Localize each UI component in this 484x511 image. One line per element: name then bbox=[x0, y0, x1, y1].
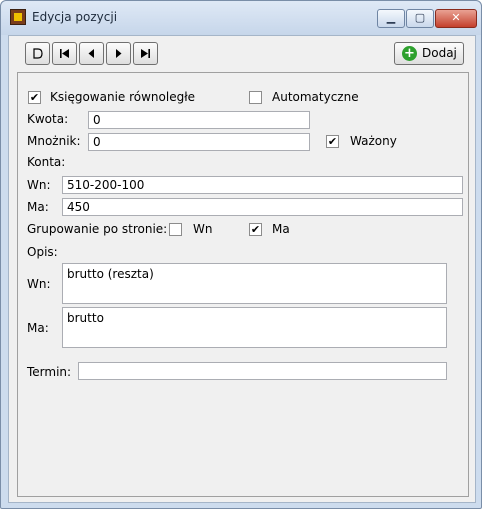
multiplier-input[interactable]: 0 bbox=[88, 133, 310, 151]
term-label: Termin: bbox=[27, 365, 72, 379]
dialog-body: + Dodaj ✔ Księgowanie równoległe Automat… bbox=[8, 35, 476, 503]
add-button-label: Dodaj bbox=[422, 46, 457, 60]
accounts-label: Konta: bbox=[27, 155, 66, 169]
close-button[interactable]: ✕ bbox=[435, 9, 477, 28]
plus-icon: + bbox=[402, 46, 417, 61]
term-input[interactable] bbox=[78, 362, 447, 380]
grouping-wn-label: Wn bbox=[193, 222, 213, 236]
previous-record-button[interactable] bbox=[79, 42, 104, 65]
account-ma-input[interactable]: 450 bbox=[62, 198, 463, 216]
grouping-ma-label: Ma bbox=[272, 222, 290, 236]
desc-ma-textarea[interactable]: brutto bbox=[62, 307, 447, 348]
grouping-label: Grupowanie po stronie: bbox=[27, 222, 168, 236]
desc-wn-label: Wn: bbox=[27, 277, 51, 291]
weighted-label: Ważony bbox=[350, 134, 397, 148]
next-icon bbox=[116, 49, 122, 58]
add-button[interactable]: + Dodaj bbox=[394, 42, 464, 65]
minimize-button[interactable]: ▁ bbox=[377, 9, 405, 28]
dialog-window: Edycja pozycji ▁ ▢ ✕ + Dodaj ✔ Księgowan… bbox=[0, 0, 482, 509]
title-bar[interactable]: Edycja pozycji ▁ ▢ ✕ bbox=[1, 1, 481, 35]
window-title: Edycja pozycji bbox=[32, 10, 118, 24]
account-ma-label: Ma: bbox=[27, 200, 49, 214]
grouping-wn-checkbox[interactable] bbox=[169, 223, 182, 236]
last-record-icon bbox=[141, 49, 150, 58]
account-wn-input[interactable]: 510-200-100 bbox=[62, 176, 463, 194]
position-form: ✔ Księgowanie równoległe Automatyczne Kw… bbox=[17, 72, 469, 497]
last-record-button[interactable] bbox=[133, 42, 158, 65]
desc-wn-textarea[interactable]: brutto (reszta) bbox=[62, 263, 447, 304]
first-record-icon bbox=[60, 49, 69, 58]
automatic-label: Automatyczne bbox=[272, 90, 359, 104]
new-record-button[interactable] bbox=[25, 42, 50, 65]
new-record-icon bbox=[33, 48, 43, 59]
automatic-checkbox[interactable] bbox=[249, 91, 262, 104]
next-record-button[interactable] bbox=[106, 42, 131, 65]
maximize-button[interactable]: ▢ bbox=[406, 9, 434, 28]
previous-icon bbox=[88, 49, 94, 58]
app-icon bbox=[10, 9, 26, 25]
weighted-checkbox[interactable]: ✔ bbox=[326, 135, 339, 148]
amount-label: Kwota: bbox=[27, 112, 69, 126]
amount-input[interactable]: 0 bbox=[88, 111, 310, 129]
first-record-button[interactable] bbox=[52, 42, 77, 65]
multiplier-label: Mnożnik: bbox=[27, 134, 81, 148]
account-wn-label: Wn: bbox=[27, 178, 51, 192]
grouping-ma-checkbox[interactable]: ✔ bbox=[249, 223, 262, 236]
parallel-posting-label: Księgowanie równoległe bbox=[50, 90, 196, 104]
description-label: Opis: bbox=[27, 245, 58, 259]
desc-ma-label: Ma: bbox=[27, 321, 49, 335]
parallel-posting-checkbox[interactable]: ✔ bbox=[28, 91, 41, 104]
